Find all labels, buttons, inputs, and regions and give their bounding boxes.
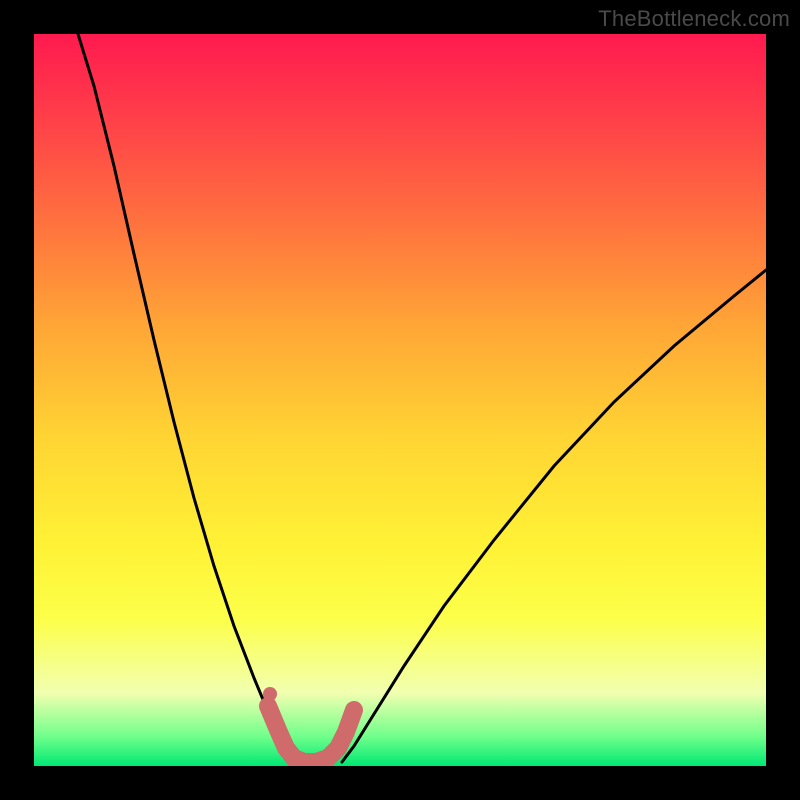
plot-area [34,34,766,766]
left-curve [78,34,292,762]
valley-highlight [268,706,354,762]
valley-dot-icon [263,687,277,701]
chart-frame: TheBottleneck.com [0,0,800,800]
curves-svg [34,34,766,766]
watermark-text: TheBottleneck.com [598,6,790,32]
right-curve [342,270,766,762]
